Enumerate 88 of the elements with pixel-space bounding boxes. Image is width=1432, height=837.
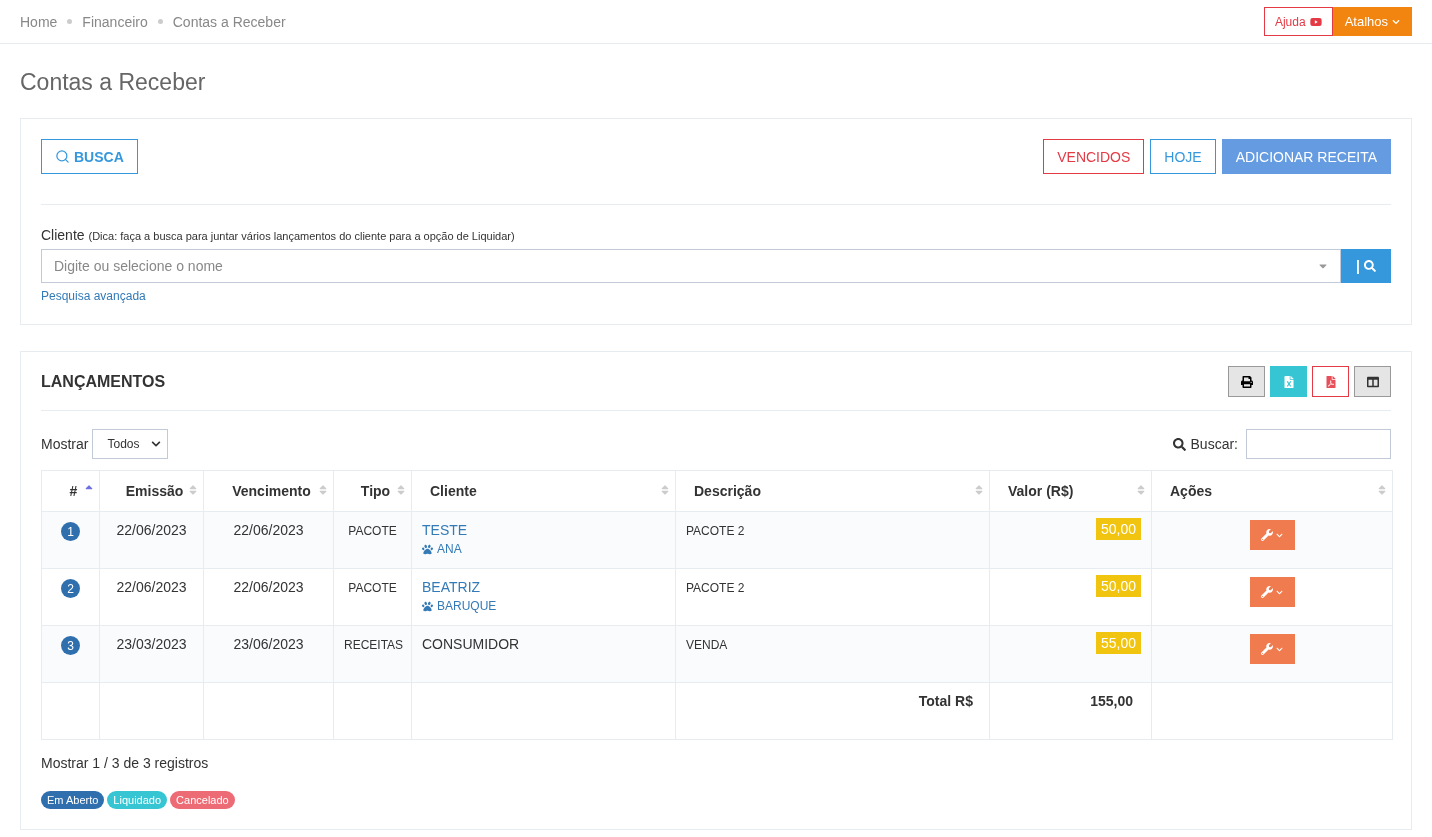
help-button[interactable]: Ajuda xyxy=(1263,7,1333,36)
breadcrumb-link[interactable]: Home xyxy=(20,13,58,30)
column-header[interactable]: Emissão xyxy=(99,470,204,512)
paw-icon xyxy=(422,600,433,612)
sort-icon xyxy=(395,484,407,496)
table-cell: PACOTE 2 xyxy=(686,581,745,595)
total-label: Total R$ xyxy=(918,693,973,709)
wrench-icon xyxy=(1261,643,1273,655)
table-info: Mostrar 1 / 3 de 3 registros xyxy=(41,755,210,771)
print-icon xyxy=(1240,375,1253,388)
row-number: 1 xyxy=(61,522,80,541)
row-number: 3 xyxy=(61,636,80,655)
search-icon xyxy=(1363,260,1376,272)
client-link[interactable]: BEATRIZ xyxy=(422,579,665,595)
table-cell: PACOTE xyxy=(348,524,397,538)
search-icon xyxy=(55,149,70,164)
wrench-icon xyxy=(1261,529,1273,541)
row-number: 2 xyxy=(61,579,80,598)
panel-title: LANÇAMENTOS xyxy=(41,372,166,391)
sort-icon xyxy=(187,484,199,496)
columns-icon xyxy=(1366,375,1379,388)
search-icon xyxy=(1172,437,1186,451)
sort-icon xyxy=(1135,484,1147,496)
actions-dropdown-button[interactable] xyxy=(1249,520,1295,550)
column-header[interactable]: Valor (R$) xyxy=(989,470,1152,512)
sort-icon xyxy=(1376,484,1388,496)
chevron-down-icon xyxy=(151,439,162,449)
actions-dropdown-button[interactable] xyxy=(1249,577,1295,607)
search-addon-button[interactable]: | xyxy=(1341,249,1391,283)
column-header[interactable]: Ações xyxy=(1151,470,1393,512)
column-header[interactable]: Vencimento xyxy=(203,470,334,512)
pet-link[interactable]: BARUQUE xyxy=(437,599,497,613)
video-icon xyxy=(1309,15,1322,28)
value-badge: 50,00 xyxy=(1095,518,1141,540)
table-cell: 22/06/2023 xyxy=(233,579,304,595)
print-button[interactable] xyxy=(1228,366,1265,397)
chevron-down-icon xyxy=(1392,17,1400,26)
page-size-select[interactable]: Todos xyxy=(92,429,169,459)
table-cell: PACOTE xyxy=(348,581,397,595)
search-label: Buscar: xyxy=(1190,436,1238,452)
action-button[interactable]: VENCIDOS xyxy=(1043,139,1145,174)
show-label: Mostrar xyxy=(41,436,89,452)
columns-button[interactable] xyxy=(1354,366,1391,397)
search-button[interactable]: BUSCA xyxy=(41,139,138,174)
excel-button[interactable] xyxy=(1270,366,1307,397)
table-cell: 23/03/2023 xyxy=(116,636,187,652)
paw-icon xyxy=(422,543,433,555)
wrench-icon xyxy=(1261,586,1273,598)
value-badge: 50,00 xyxy=(1095,575,1141,597)
status-legend-tag: Cancelado xyxy=(170,791,235,809)
column-header[interactable]: Tipo xyxy=(333,470,412,512)
table-cell: 22/06/2023 xyxy=(233,522,304,538)
chevron-down-icon xyxy=(1276,588,1283,596)
sort-icon xyxy=(659,484,671,496)
column-header[interactable]: Descrição xyxy=(675,470,990,512)
advanced-search-link[interactable]: Pesquisa avançada xyxy=(41,289,146,303)
client-link[interactable]: TESTE xyxy=(422,522,665,538)
action-button[interactable]: ADICIONAR RECEITA xyxy=(1221,139,1391,174)
chevron-down-icon xyxy=(1276,645,1283,653)
breadcrumb-link[interactable]: Contas a Receber xyxy=(172,13,286,30)
search-input[interactable] xyxy=(1246,429,1391,459)
spreadsheet-file-icon xyxy=(1282,375,1295,388)
shortcuts-button[interactable]: Atalhos xyxy=(1332,7,1412,36)
status-legend-tag: Liquidado xyxy=(107,791,168,809)
column-header[interactable]: Cliente xyxy=(411,470,676,512)
table-cell: VENDA xyxy=(686,638,728,652)
pdf-button[interactable] xyxy=(1312,366,1349,397)
status-legend-tag: Em Aberto xyxy=(41,791,105,809)
table-cell: RECEITAS xyxy=(344,638,404,652)
client-select-field[interactable]: Digite ou selecione o nome xyxy=(41,249,1341,283)
breadcrumb-link[interactable]: Financeiro xyxy=(82,13,148,30)
value-badge: 55,00 xyxy=(1095,632,1141,654)
table-cell: 22/06/2023 xyxy=(116,579,187,595)
actions-dropdown-button[interactable] xyxy=(1249,634,1295,664)
table-cell: 22/06/2023 xyxy=(116,522,187,538)
table-cell: CONSUMIDOR xyxy=(422,636,520,652)
table-cell: PACOTE 2 xyxy=(686,524,745,538)
pet-link[interactable]: ANA xyxy=(437,542,462,556)
chevron-down-icon xyxy=(1276,531,1283,539)
page-title: Contas a Receber xyxy=(20,69,207,96)
column-header[interactable]: # xyxy=(41,470,100,512)
sort-icon xyxy=(317,484,329,496)
pdf-file-icon xyxy=(1324,375,1337,388)
sort-icon xyxy=(973,484,985,496)
total-value: 155,00 xyxy=(1090,693,1133,709)
table-cell: 23/06/2023 xyxy=(233,636,304,652)
field-label: Cliente (Dica: faça a busca para juntar vários lançamentos do cliente para a opção de Liquidar) xyxy=(41,227,515,243)
action-button[interactable]: HOJE xyxy=(1150,139,1216,174)
